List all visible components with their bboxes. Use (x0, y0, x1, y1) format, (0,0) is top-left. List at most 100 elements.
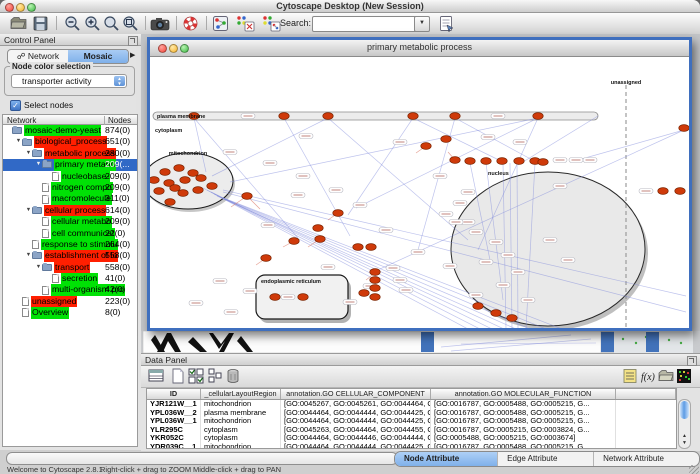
tree-row[interactable]: multi-organism pro42(0) (3, 284, 137, 295)
tree-row[interactable]: nucleobase-209(0) (3, 171, 137, 182)
svg-text:unassigned: unassigned (611, 80, 642, 86)
search-input[interactable] (312, 16, 418, 32)
svg-text:cytoplasm: cytoplasm (155, 128, 182, 134)
table-cell: mitochondrion (201, 417, 281, 426)
float-panel-icon[interactable] (687, 356, 697, 366)
expand-arrow-icon[interactable]: ▼ (35, 262, 42, 273)
main-toolbar: Search: ▼ (0, 13, 700, 35)
network-view-window[interactable]: primary metabolic process plasma membran… (147, 37, 692, 331)
table-row[interactable]: YKR052Ccytoplasm[GO:0044464, GO:0044446,… (147, 434, 676, 443)
tree-row[interactable]: unassigned223(0) (3, 296, 137, 307)
tree-row-label: macromolecule (51, 193, 112, 204)
table-header-row: ID_cellularLayoutRegionannotation.GO CEL… (147, 389, 676, 400)
network-graph[interactable]: plasma membranecytoplasmmitochondrionnuc… (150, 57, 689, 328)
table-cell: plasma membrane (201, 409, 281, 418)
column-header[interactable]: ID (147, 389, 201, 399)
tree-row[interactable]: cellular metabo209(0) (3, 216, 137, 227)
bottom-tab[interactable]: Network Attribute Browser (594, 452, 699, 466)
table-row[interactable]: YPL036W__1mitochondrion[GO:0044464, GO:0… (147, 417, 676, 426)
open-session-icon[interactable] (10, 15, 27, 32)
zoom-out-icon[interactable] (64, 15, 81, 32)
tree-row[interactable]: secretion41(0) (3, 273, 137, 284)
expand-arrow-icon[interactable]: ▼ (15, 136, 22, 147)
tree-row[interactable]: ▼metabolic process280(0) (3, 148, 137, 159)
column-header[interactable]: annotation.GO CELLULAR_COMPONENT (281, 389, 431, 399)
float-panel-icon[interactable] (128, 36, 138, 46)
column-nodes[interactable]: Nodes (104, 116, 131, 125)
tree-row[interactable]: macromolecule311(0) (3, 193, 137, 204)
table-cell: [GO:0044464, GO:0044446, GO:0044444, G..… (281, 434, 431, 443)
tree-row[interactable]: ▼establishment of lo558(0) (3, 250, 137, 261)
function-builder-icon[interactable]: f(x) (640, 368, 656, 384)
tabs-overflow-arrow[interactable]: ▶ (130, 51, 135, 59)
tree-row-label: mosaic-demo-yeast (24, 125, 101, 136)
tree-row[interactable]: cell communicat22(0) (3, 228, 137, 239)
snapshot-camera-icon[interactable] (150, 15, 170, 32)
attribute-table-icon[interactable] (148, 368, 164, 384)
control-panel-title: Control Panel (4, 35, 56, 45)
resize-grip[interactable] (689, 465, 699, 474)
expand-arrow-icon[interactable]: ▼ (35, 159, 42, 170)
table-cell: cytoplasm (201, 426, 281, 435)
tree-row-count: 651(0) (105, 136, 130, 147)
expand-arrow-icon[interactable]: ▼ (25, 148, 32, 159)
zoom-selected-icon[interactable] (103, 15, 120, 32)
tree-row[interactable]: ▼primary metabo209(... (3, 159, 137, 170)
table-scrollbar[interactable]: ▲ ▼ (678, 399, 691, 449)
network-view-titlebar[interactable]: primary metabolic process (150, 40, 689, 57)
tree-row[interactable]: ▼transport558(0) (3, 262, 137, 273)
scroll-up-icon[interactable]: ▲ (679, 433, 690, 440)
table-row[interactable]: YLR295Ccytoplasm[GO:0045263, GO:0044464,… (147, 426, 676, 435)
select-nodes-checkbox[interactable]: ✓ (10, 100, 21, 111)
network-canvas[interactable]: plasma membranecytoplasmmitochondrionnuc… (150, 57, 689, 328)
column-header[interactable]: _cellularLayoutRegion (201, 389, 281, 399)
network-file-icon (52, 274, 59, 283)
help-lifesaver-icon[interactable] (182, 15, 199, 32)
select-attributes-icon[interactable] (188, 368, 204, 384)
unselect-attributes-icon[interactable] (207, 368, 223, 384)
tree-row[interactable]: nitrogen compo209(0) (3, 182, 137, 193)
matrix-view-icon[interactable] (676, 368, 692, 384)
new-attribute-icon[interactable] (170, 368, 186, 384)
toolbar-separator (206, 16, 207, 30)
tree-row[interactable]: ▼biological_process651(0) (3, 136, 137, 147)
network-overview-icon[interactable] (212, 15, 229, 32)
node-color-dropdown[interactable]: transporter activity ▲▼ (11, 74, 127, 88)
table-row[interactable]: YDR039C__1mitochondrion[GO:0044464, GO:0… (147, 443, 676, 449)
folder-icon (22, 139, 32, 146)
delete-attribute-icon[interactable] (225, 368, 241, 384)
import-attributes-icon[interactable] (658, 368, 674, 384)
tree-row-count: 874(0) (105, 125, 130, 136)
tree-row[interactable]: ▼cellular process614(0) (3, 205, 137, 216)
expand-arrow-icon[interactable]: ▼ (25, 205, 32, 216)
toolbar-separator (56, 16, 57, 30)
column-network[interactable]: Network (7, 116, 36, 125)
table-cell: YPL036W__2 (147, 409, 201, 418)
svg-text:f(x): f(x) (641, 372, 656, 383)
tree-row[interactable]: response to stimulu264(0) (3, 239, 137, 250)
folder-icon (32, 207, 42, 214)
bottom-tab[interactable]: Node Attribute Browser (395, 452, 498, 466)
tree-row[interactable]: Overview8(0) (3, 307, 137, 318)
network-view-title: primary metabolic process (150, 42, 689, 52)
scroll-down-icon[interactable]: ▼ (679, 440, 690, 447)
expand-arrow-icon[interactable]: ▼ (25, 250, 32, 261)
save-session-icon[interactable] (32, 15, 49, 32)
node-attribute-table[interactable]: ID_cellularLayoutRegionannotation.GO CEL… (146, 388, 677, 449)
zoom-fit-icon[interactable] (122, 15, 139, 32)
network-file-icon (52, 172, 59, 181)
search-dropdown-arrow[interactable]: ▼ (414, 16, 430, 32)
table-row[interactable]: YJR121W__1mitochondrion[GO:0045267, GO:0… (147, 400, 676, 409)
dropdown-stepper-icon: ▲▼ (114, 76, 125, 86)
zoom-in-icon[interactable] (84, 15, 101, 32)
search-index-icon[interactable] (438, 15, 455, 32)
vizmapper-edit-icon[interactable] (262, 15, 281, 32)
bottom-tab[interactable]: Edge Attribute Browser (498, 452, 594, 466)
table-cell: cytoplasm (201, 434, 281, 443)
scrollbar-thumb[interactable] (680, 401, 689, 419)
vizmapper-icon[interactable] (236, 15, 255, 32)
column-header[interactable]: annotation.GO MOLECULAR_FUNCTION (431, 389, 616, 399)
table-row[interactable]: YPL036W__2plasma membrane[GO:0044464, GO… (147, 409, 676, 418)
attribute-list-icon[interactable] (622, 368, 638, 384)
tree-row[interactable]: mosaic-demo-yeast 874(0) (3, 125, 137, 136)
